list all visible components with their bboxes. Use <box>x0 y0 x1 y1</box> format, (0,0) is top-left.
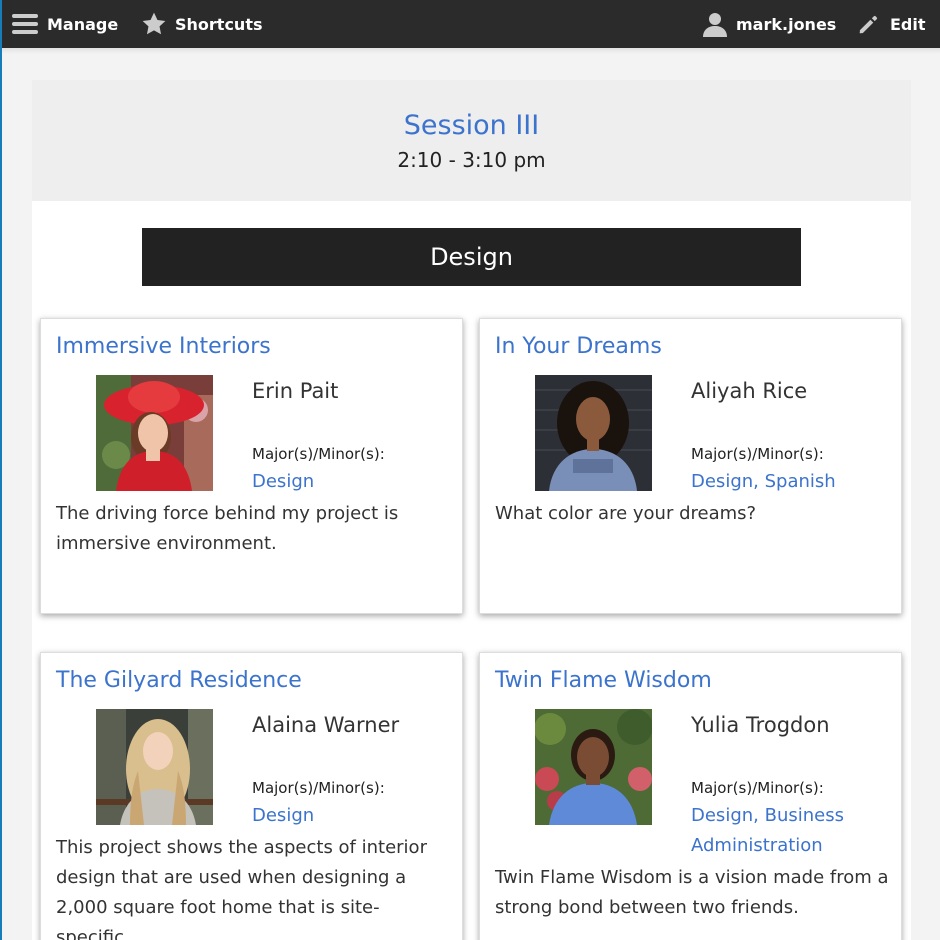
edit-label: Edit <box>890 14 926 34</box>
shortcuts-label: Shortcuts <box>175 14 263 34</box>
left-edge-accent <box>0 0 2 940</box>
student-name: Alaina Warner <box>252 713 400 737</box>
project-title-link[interactable]: In Your Dreams <box>495 334 662 359</box>
edit-button[interactable]: Edit <box>857 0 926 48</box>
major-link[interactable]: Spanish <box>765 471 836 492</box>
major-link[interactable]: Design <box>691 805 753 826</box>
majors-list: Design <box>252 801 452 831</box>
major-link[interactable]: Design <box>252 471 314 492</box>
hamburger-menu-icon <box>12 14 38 34</box>
major-separator: , <box>753 805 765 826</box>
majors-label: Major(s)/Minor(s): <box>691 445 824 463</box>
toolbar-shadow <box>0 48 940 54</box>
admin-toolbar: Manage Shortcuts mark.jones Edit <box>0 0 940 48</box>
project-description: This project shows the aspects of interi… <box>56 837 427 940</box>
user-label: mark.jones <box>736 14 837 34</box>
majors-label: Major(s)/Minor(s): <box>252 445 385 463</box>
project-card: In Your Dreams Aliyah Rice Major(s)/Mino… <box>479 318 902 614</box>
user-icon <box>703 13 727 37</box>
student-photo <box>96 375 213 491</box>
major-link[interactable]: Design <box>691 471 753 492</box>
majors-list: Design, Spanish <box>691 467 891 497</box>
project-card: The Gilyard Residence Alaina Warner Majo… <box>40 652 463 940</box>
user-account-button[interactable]: mark.jones <box>703 0 836 48</box>
shortcuts-button[interactable]: Shortcuts <box>141 0 263 48</box>
majors-label: Major(s)/Minor(s): <box>691 779 824 797</box>
project-card: Twin Flame Wisdom Yulia Trogdon Major(s)… <box>479 652 902 940</box>
session-header: Session III 2:10 - 3:10 pm <box>32 80 911 201</box>
session-time: 2:10 - 3:10 pm <box>397 148 546 172</box>
project-title-link[interactable]: Twin Flame Wisdom <box>495 668 712 693</box>
majors-list: Design <box>252 467 452 497</box>
star-icon <box>142 12 166 35</box>
project-title-link[interactable]: The Gilyard Residence <box>56 668 302 693</box>
project-description: Twin Flame Wisdom is a vision made from … <box>495 867 889 918</box>
project-title-link[interactable]: Immersive Interiors <box>56 334 271 359</box>
majors-list: Design, Business Administration <box>691 801 891 861</box>
session-title: Session III <box>403 110 540 141</box>
project-description: The driving force behind my project is i… <box>56 503 399 554</box>
category-heading: Design <box>142 228 801 286</box>
project-description: What color are your dreams? <box>495 503 757 524</box>
student-photo <box>535 375 652 491</box>
manage-label: Manage <box>47 14 119 34</box>
student-photo <box>535 709 652 825</box>
student-name: Aliyah Rice <box>691 379 808 403</box>
pencil-icon <box>859 15 878 33</box>
student-photo <box>96 709 213 825</box>
student-name: Yulia Trogdon <box>691 713 830 737</box>
student-name: Erin Pait <box>252 379 339 403</box>
major-separator: , <box>753 471 765 492</box>
manage-button[interactable]: Manage <box>12 0 118 48</box>
majors-label: Major(s)/Minor(s): <box>252 779 385 797</box>
project-card: Immersive Interiors Erin Pait Major(s)/M… <box>40 318 463 614</box>
major-link[interactable]: Design <box>252 805 314 826</box>
